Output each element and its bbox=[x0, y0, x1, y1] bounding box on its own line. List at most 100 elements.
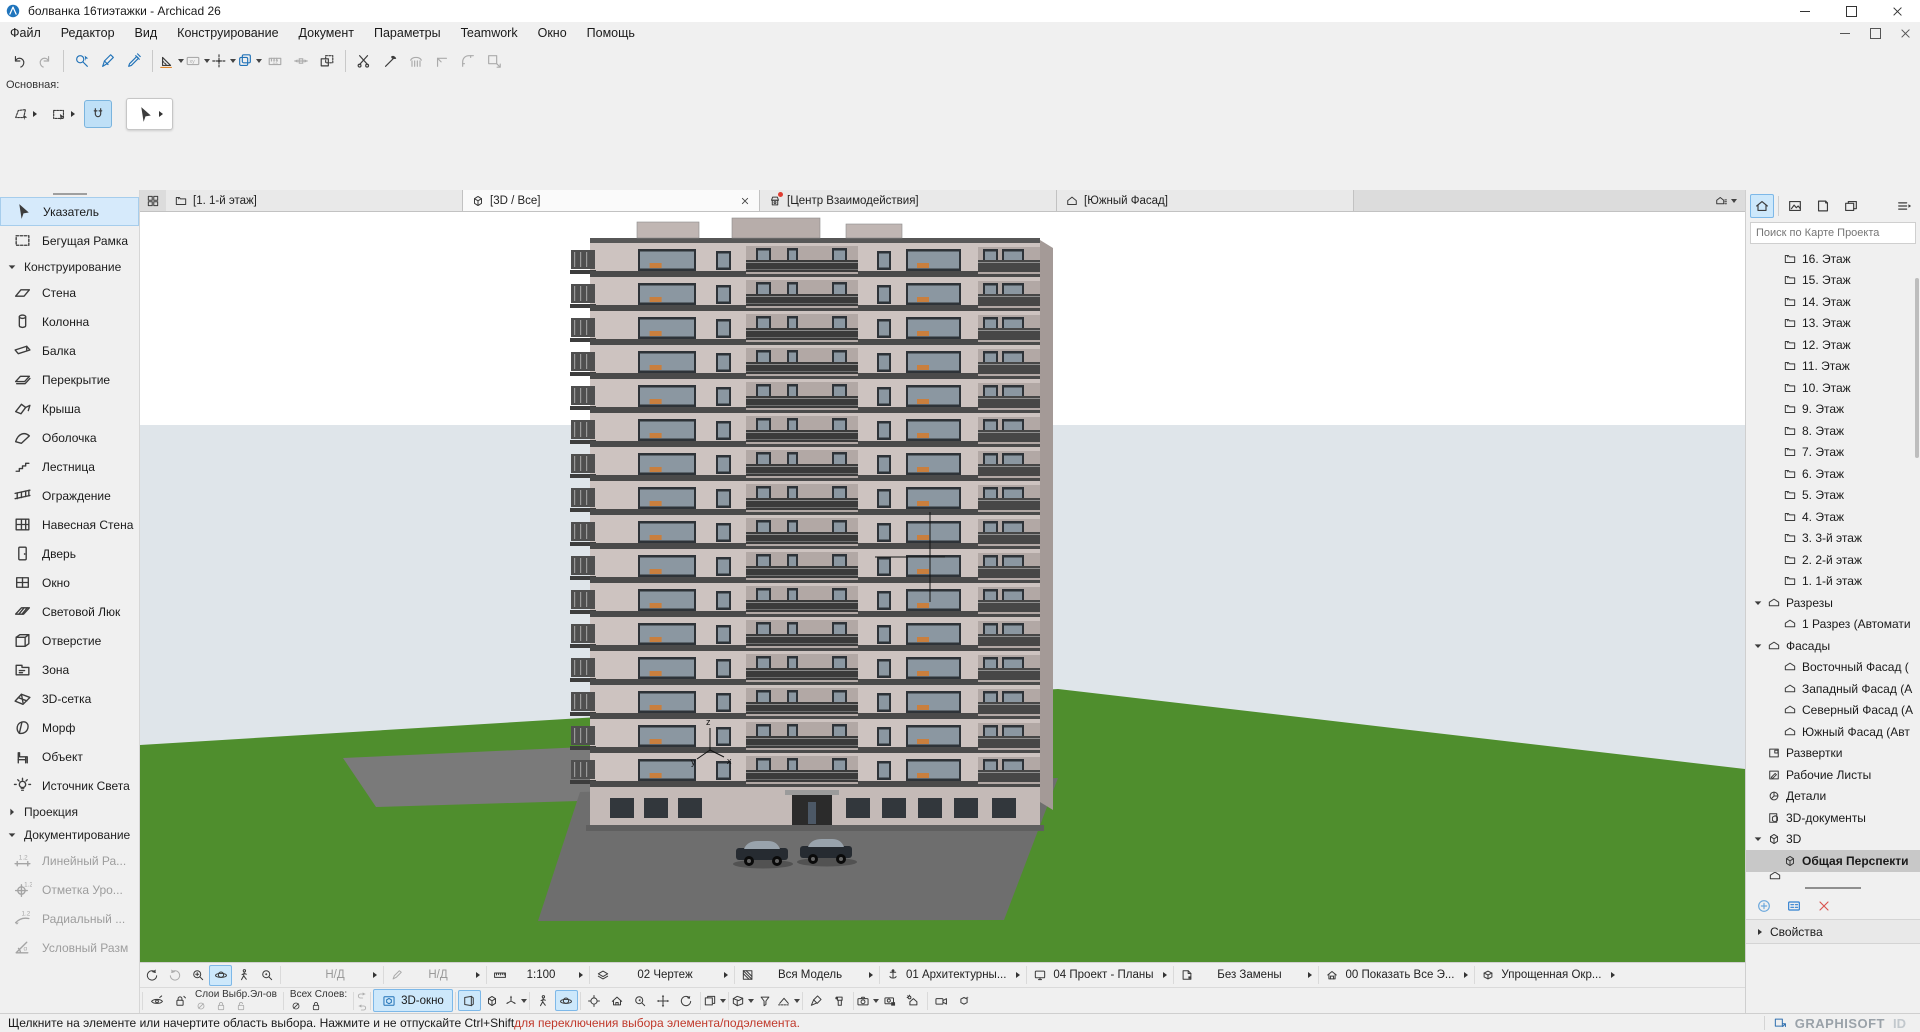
teamwork-status-icon[interactable] bbox=[1773, 1016, 1787, 1030]
toolbar-button-stretch[interactable] bbox=[288, 48, 314, 74]
toolbar-button-find-select[interactable] bbox=[69, 48, 95, 74]
project-map-search[interactable] bbox=[1750, 222, 1916, 244]
dropdown-arrow-icon[interactable] bbox=[178, 59, 184, 63]
view-env-magic[interactable] bbox=[953, 990, 976, 1011]
view-cutplane[interactable] bbox=[777, 990, 800, 1011]
tree-item[interactable]: 15. Этаж bbox=[1746, 270, 1920, 292]
quickbar-dropdown[interactable]: 00 Показать Все Э... bbox=[1321, 963, 1472, 987]
toolbar-button-resize[interactable] bbox=[481, 48, 507, 74]
toolbar-button-adjust[interactable] bbox=[377, 48, 403, 74]
toolbox-item[interactable]: Источник Света bbox=[0, 771, 139, 800]
view-orbit[interactable] bbox=[555, 990, 578, 1011]
tree-item[interactable]: 5. Этаж bbox=[1746, 485, 1920, 507]
view-perspective[interactable] bbox=[458, 990, 481, 1011]
toolbox-item[interactable]: 1.2Отметка Уро... bbox=[0, 875, 139, 904]
tree-item[interactable]: 13. Этаж bbox=[1746, 313, 1920, 335]
toolbox-item[interactable]: Указатель bbox=[0, 197, 139, 226]
navigator-project-map[interactable] bbox=[1750, 194, 1774, 218]
minimize-button[interactable] bbox=[1782, 0, 1828, 22]
tree-item-partial[interactable] bbox=[1746, 872, 1920, 880]
tree-item[interactable]: 10. Этаж bbox=[1746, 377, 1920, 399]
selection-button-arrow-cursor[interactable] bbox=[126, 98, 173, 130]
view-paint-drop[interactable] bbox=[828, 990, 851, 1011]
nav-undo-view[interactable] bbox=[140, 965, 163, 986]
tab-layout-button[interactable] bbox=[140, 190, 166, 211]
view-walk[interactable] bbox=[532, 990, 555, 1011]
tree-item[interactable]: 16. Этаж bbox=[1746, 248, 1920, 270]
view-video[interactable] bbox=[930, 990, 953, 1011]
tree-item[interactable]: Западный Фасад (А bbox=[1746, 678, 1920, 700]
tab-overflow-button[interactable] bbox=[1706, 190, 1745, 211]
tab--3d-все-[interactable]: [3D / Все] bbox=[463, 190, 760, 211]
quickbar-dropdown[interactable]: Н/Д bbox=[386, 963, 484, 987]
tree-item[interactable]: 7. Этаж bbox=[1746, 442, 1920, 464]
toolbar-button-redo[interactable] bbox=[32, 48, 58, 74]
panel-resize-gripper[interactable] bbox=[1805, 887, 1861, 889]
tree-item[interactable]: 8. Этаж bbox=[1746, 420, 1920, 442]
tree-item[interactable]: Рабочие Листы bbox=[1746, 764, 1920, 786]
toolbox-item[interactable]: 1.2Линейный Ра... bbox=[0, 846, 139, 875]
tree-item[interactable]: 3. 3-й этаж bbox=[1746, 528, 1920, 550]
tree-item[interactable]: 1. 1-й этаж bbox=[1746, 571, 1920, 593]
menu-item[interactable]: Конструирование bbox=[167, 22, 288, 44]
tree-chevron-icon[interactable] bbox=[1752, 597, 1762, 609]
tree-item[interactable]: 4. Этаж bbox=[1746, 506, 1920, 528]
view-element-filter[interactable] bbox=[703, 990, 726, 1011]
toolbar-button-guide-lines[interactable] bbox=[158, 48, 184, 74]
nav-walk[interactable] bbox=[232, 965, 255, 986]
view-axonometry[interactable] bbox=[481, 990, 504, 1011]
toolbox-item[interactable]: Крыша bbox=[0, 394, 139, 423]
tree-scrollbar-thumb[interactable] bbox=[1915, 278, 1919, 458]
dropdown-arrow-icon[interactable] bbox=[204, 59, 210, 63]
toolbox-item[interactable]: Световой Люк bbox=[0, 597, 139, 626]
tab--южный-фасад-[interactable]: [Южный Фасад] bbox=[1057, 190, 1354, 211]
toolbox-item[interactable]: 1.2Радиальный ... bbox=[0, 904, 139, 933]
doc-close-button[interactable] bbox=[1890, 22, 1920, 44]
toolbox-item[interactable]: Лестница bbox=[0, 452, 139, 481]
tree-chevron-icon[interactable] bbox=[1752, 640, 1762, 652]
tree-item[interactable]: Детали bbox=[1746, 786, 1920, 808]
dropdown-arrow-icon[interactable] bbox=[873, 999, 879, 1003]
toolbar-button-coordinates[interactable]: xy bbox=[184, 48, 210, 74]
toolbar-button-snap-guides[interactable] bbox=[210, 48, 236, 74]
toolbar-button-intersect[interactable] bbox=[429, 48, 455, 74]
toolbox-item[interactable]: Перекрытие bbox=[0, 365, 139, 394]
quickbar-dropdown[interactable]: Без Замены bbox=[1176, 963, 1316, 987]
toolbar-button-pickup-parameters[interactable] bbox=[95, 48, 121, 74]
search-input[interactable] bbox=[1751, 227, 1915, 239]
toolbox-item[interactable]: αУсловный Разм bbox=[0, 933, 139, 962]
menu-item[interactable]: Teamwork bbox=[451, 22, 528, 44]
selection-button-select-marquee[interactable] bbox=[46, 101, 80, 127]
toolbox-item[interactable]: Отверстие bbox=[0, 626, 139, 655]
tree-item[interactable]: Восточный Фасад ( bbox=[1746, 657, 1920, 679]
layers-layer-lock[interactable] bbox=[168, 990, 191, 1011]
quickbar-dropdown[interactable]: Вся Модель bbox=[737, 963, 877, 987]
tab-close-icon[interactable] bbox=[739, 195, 751, 207]
unlock-icon[interactable] bbox=[235, 1000, 247, 1012]
tree-item[interactable]: 9. Этаж bbox=[1746, 399, 1920, 421]
toolbar-button-align[interactable] bbox=[403, 48, 429, 74]
toolbar-button-fillet[interactable] bbox=[455, 48, 481, 74]
selection-button-select-polygon[interactable] bbox=[8, 101, 42, 127]
tree-item[interactable]: 11. Этаж bbox=[1746, 356, 1920, 378]
close-button[interactable] bbox=[1874, 0, 1920, 22]
toolbar-button-undo[interactable] bbox=[6, 48, 32, 74]
plus-circle-icon[interactable] bbox=[1756, 898, 1772, 914]
view-camera-copy[interactable] bbox=[879, 990, 902, 1011]
view-rotate-view[interactable] bbox=[675, 990, 698, 1011]
dropdown-arrow-icon[interactable] bbox=[256, 59, 262, 63]
view-home[interactable] bbox=[606, 990, 629, 1011]
tree-item[interactable]: Северный Фасад (А bbox=[1746, 700, 1920, 722]
view-camera[interactable] bbox=[856, 990, 879, 1011]
layers-layer-eye[interactable] bbox=[145, 990, 168, 1011]
lock-icon[interactable] bbox=[215, 1000, 227, 1012]
tree-item[interactable]: 2. 2-й этаж bbox=[1746, 549, 1920, 571]
quickbar-dropdown[interactable]: Упрощенная Окр... bbox=[1477, 963, 1619, 987]
tree-item[interactable]: Фасады bbox=[1746, 635, 1920, 657]
dropdown-arrow-icon[interactable] bbox=[794, 999, 800, 1003]
menu-item[interactable]: Окно bbox=[528, 22, 577, 44]
view-pan[interactable] bbox=[652, 990, 675, 1011]
maximize-button[interactable] bbox=[1828, 0, 1874, 22]
tree-chevron-icon[interactable] bbox=[1752, 833, 1762, 845]
view-zoom-prev[interactable] bbox=[629, 990, 652, 1011]
